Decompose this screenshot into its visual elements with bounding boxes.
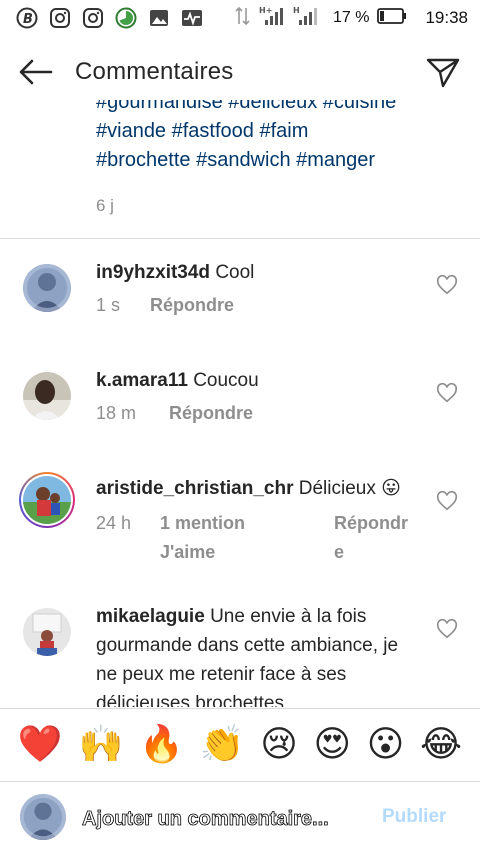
emoji-quick-bar: ❤️ 🙌 🔥 👏 😢 😍 😮 😂 — [0, 708, 480, 782]
instagram-icon — [82, 7, 104, 29]
app-header: Commentaires — [0, 46, 480, 102]
comment-time: 24 h — [96, 513, 132, 533]
post-button[interactable]: Publier — [382, 806, 446, 828]
emoji-crying[interactable]: 😢 — [260, 725, 298, 765]
data-transfer-icon — [235, 5, 251, 32]
avatar[interactable] — [23, 608, 71, 656]
clock: 19:38 — [425, 8, 468, 27]
battery-percent: 17 % — [332, 9, 370, 26]
gallery-icon — [148, 7, 170, 29]
like-button[interactable] — [436, 618, 458, 640]
comment-text: aristide_christian_chr Délicieux 😛 — [96, 474, 421, 503]
comment-time: 18 m — [96, 403, 137, 423]
reply-button[interactable]: Répondre — [169, 403, 253, 424]
comment-meta: 1 s Répondre — [96, 295, 234, 316]
notification-icons: B — [16, 7, 203, 29]
heart-outline-icon — [436, 490, 458, 511]
comment-meta: 24 h 1 mention J'aime Répondre — [96, 509, 416, 567]
battery-icon — [377, 7, 407, 30]
current-user-avatar — [20, 794, 66, 840]
heart-outline-icon — [436, 382, 458, 403]
signal-h-plus-icon: H+ — [259, 5, 285, 32]
svg-text:B: B — [23, 12, 33, 27]
reply-button[interactable]: Répondre — [150, 295, 234, 316]
emoji-fire[interactable]: 🔥 — [139, 725, 184, 765]
arrow-left-icon — [19, 59, 53, 90]
download-progress-icon — [115, 7, 137, 29]
share-button[interactable] — [422, 54, 464, 96]
emoji-clapping[interactable]: 👏 — [200, 725, 245, 765]
comment-username[interactable]: in9yhzxit34d — [96, 262, 210, 283]
caption-hashtags-line[interactable]: #gourmandise #délicieux #cuisine — [96, 100, 446, 117]
system-status: H+ H 17 % 19:38 — [235, 5, 468, 32]
avatar[interactable] — [23, 372, 71, 420]
comment-body: Coucou — [193, 370, 259, 391]
emoji-raised-hands[interactable]: 🙌 — [78, 725, 123, 765]
back-button[interactable] — [16, 56, 56, 92]
comment-username[interactable]: k.amara11 — [96, 370, 188, 391]
svg-text:H+: H+ — [259, 6, 272, 15]
comment-username[interactable]: mikaelaguie — [96, 606, 205, 627]
comment-time: 1 s — [96, 295, 121, 315]
like-button[interactable] — [436, 274, 458, 296]
comment-text: mikaelaguie Une envie à la fois gourmand… — [96, 602, 421, 707]
page-title: Commentaires — [75, 58, 234, 85]
post-caption: #gourmandise #délicieux #cuisine #viande… — [96, 100, 446, 175]
emoji-heart[interactable]: ❤️ — [18, 725, 63, 765]
comment-body: Délicieux 😛 — [298, 478, 401, 499]
avatar — [23, 476, 71, 524]
comment-input[interactable] — [82, 804, 362, 834]
likes-count[interactable]: 1 mention J'aime — [160, 509, 284, 567]
caption-hashtags-line[interactable]: #brochette #sandwich #manger — [96, 146, 446, 175]
pulse-icon — [181, 7, 203, 29]
comment-username[interactable]: aristide_christian_chr — [96, 478, 293, 499]
divider — [0, 238, 480, 239]
caption-time: 6 j — [96, 196, 114, 215]
instagram-icon — [49, 7, 71, 29]
heart-outline-icon — [436, 618, 458, 639]
comments-list[interactable]: #gourmandise #délicieux #cuisine #viande… — [0, 100, 480, 707]
emoji-surprised[interactable]: 😮 — [367, 725, 405, 765]
send-icon — [426, 57, 460, 94]
like-button[interactable] — [436, 490, 458, 512]
status-bar: B H+ H 17 % 19:38 — [0, 0, 480, 36]
signal-h-icon: H — [293, 5, 319, 32]
comment-meta: 18 m Répondre — [96, 403, 253, 424]
svg-text:H: H — [293, 6, 300, 15]
caption-hashtags-line[interactable]: #viande #fastfood #faim — [96, 117, 446, 146]
b-circle-icon: B — [16, 7, 38, 29]
comment-composer: Publier — [0, 782, 480, 854]
avatar[interactable] — [23, 264, 71, 312]
like-button[interactable] — [436, 382, 458, 404]
heart-outline-icon — [436, 274, 458, 295]
emoji-laughing[interactable]: 😂 — [420, 725, 462, 765]
comment-text: k.amara11 Coucou — [96, 366, 421, 395]
avatar-story-ring[interactable] — [19, 472, 75, 528]
comment-body: Cool — [215, 262, 255, 283]
emoji-heart-eyes[interactable]: 😍 — [313, 725, 351, 765]
reply-button[interactable]: Répondre — [334, 509, 416, 567]
comment-text: in9yhzxit34d Cool — [96, 258, 421, 287]
